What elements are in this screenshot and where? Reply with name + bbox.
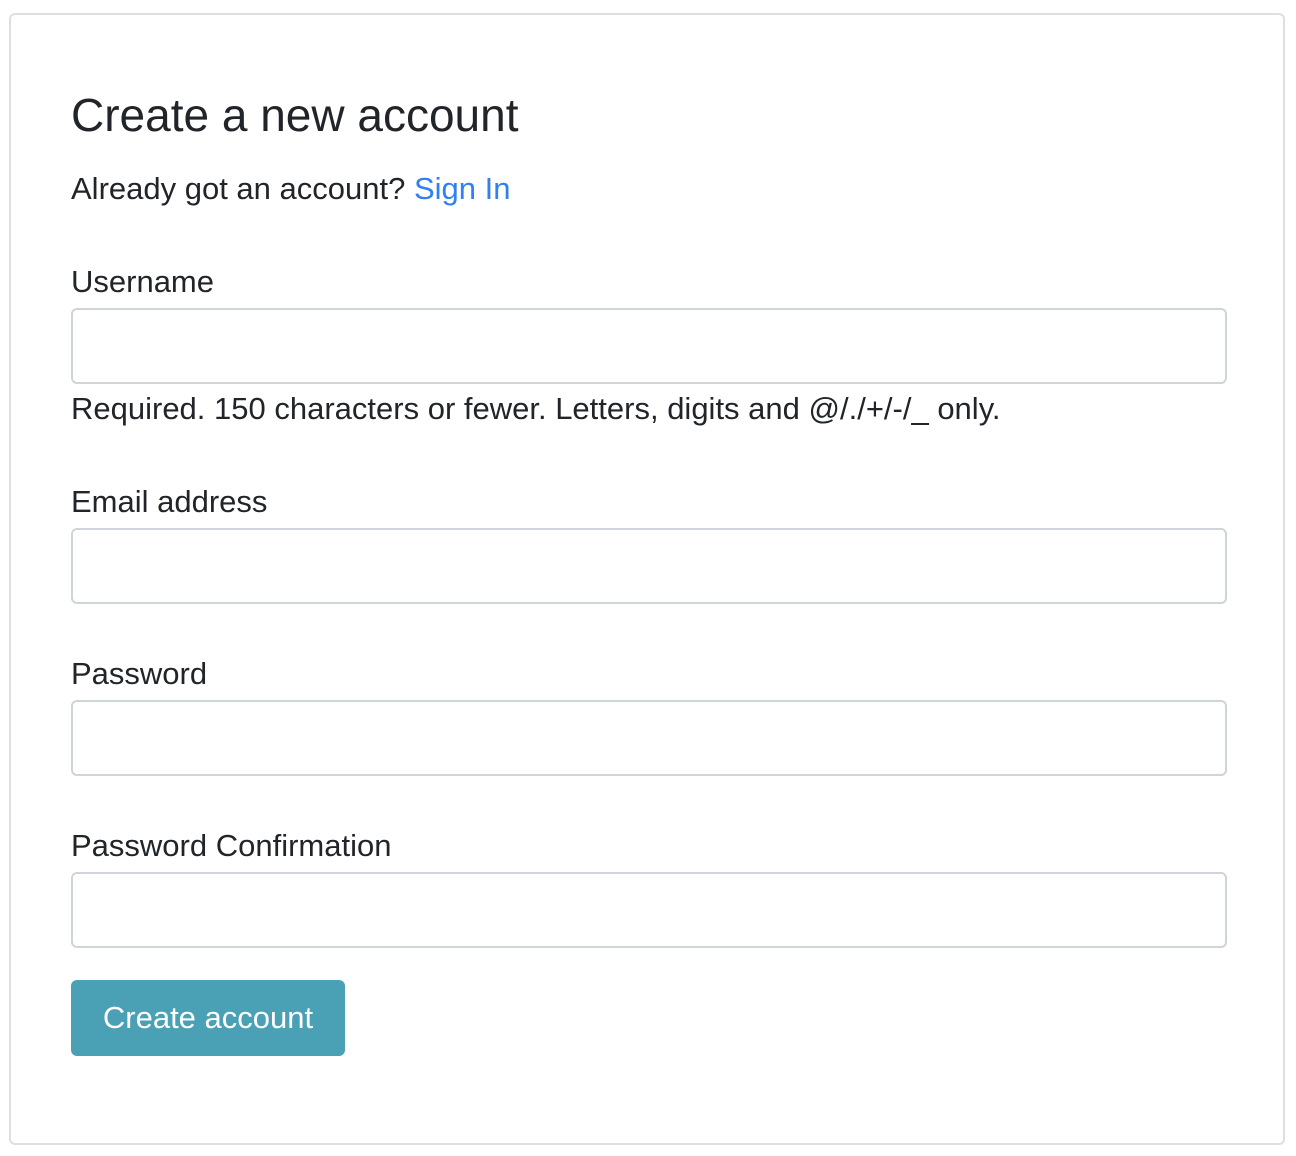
password-input[interactable] [71, 700, 1227, 776]
username-input[interactable] [71, 308, 1227, 384]
signin-prompt: Already got an account? Sign In [71, 169, 510, 209]
password-label: Password [71, 656, 208, 691]
signin-prompt-text: Already got an account? [71, 171, 406, 206]
email-input[interactable] [71, 528, 1227, 604]
create-account-button[interactable]: Create account [71, 980, 345, 1056]
password-confirmation-label: Password Confirmation [71, 828, 392, 863]
username-label: Username [71, 264, 214, 299]
email-label: Email address [71, 484, 268, 519]
signin-link[interactable]: Sign In [414, 171, 511, 206]
password-confirmation-input[interactable] [71, 872, 1227, 948]
page-title: Create a new account [71, 89, 519, 141]
signup-card: Create a new account Already got an acco… [9, 13, 1285, 1145]
username-help-text: Required. 150 characters or fewer. Lette… [71, 391, 1001, 426]
